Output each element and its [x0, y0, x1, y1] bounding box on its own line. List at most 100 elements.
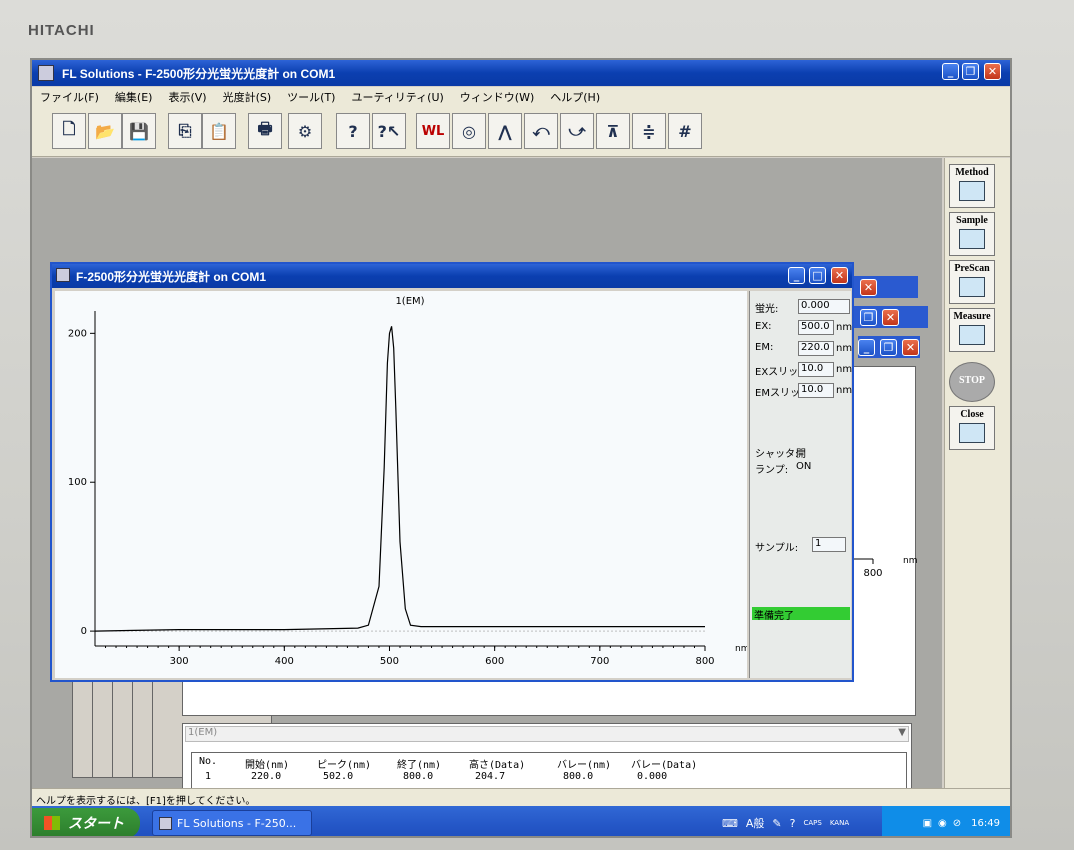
- spectrum-series-line: [94, 326, 705, 632]
- report-col-header-3[interactable]: 終了(nm): [397, 756, 441, 771]
- stacked-close-b[interactable]: ✕: [882, 309, 899, 326]
- paste-icon[interactable]: 📋: [202, 113, 236, 149]
- measure-button[interactable]: Measure: [949, 308, 995, 352]
- x-tick-label: 600: [485, 656, 504, 667]
- menu-item-4[interactable]: ツール(T): [287, 89, 335, 105]
- menu-item-1[interactable]: 編集(E): [115, 89, 153, 105]
- spectrum-chart: 1(EM) 300 400 500 600 700 800 nm 0 100 200: [68, 296, 750, 667]
- new-icon[interactable]: 🗋: [52, 113, 86, 149]
- field-value-0[interactable]: 0.000: [798, 299, 850, 314]
- prescan-button[interactable]: PreScan: [949, 260, 995, 304]
- restore-button[interactable]: ❐: [962, 63, 979, 80]
- close-button[interactable]: Close: [949, 406, 995, 450]
- stacked-minimize-c[interactable]: _: [858, 339, 875, 356]
- stop-button[interactable]: STOP: [949, 362, 995, 402]
- context-help-icon[interactable]: ?↖: [372, 113, 406, 149]
- graph-close-button[interactable]: ✕: [831, 267, 848, 284]
- y-tick-label: 200: [68, 328, 87, 339]
- copy-icon[interactable]: ⎘: [168, 113, 202, 149]
- report-cell: 502.0: [323, 771, 354, 782]
- report-dropdown-icon[interactable]: ▼: [898, 727, 906, 738]
- graph-window[interactable]: F-2500形分光蛍光光度計 on COM1 _ □ ✕ 1(EM) 300 400…: [50, 262, 854, 682]
- field-unit-1: nm: [836, 322, 853, 333]
- peak-icon[interactable]: ⋀: [488, 113, 522, 149]
- app-icon: [38, 65, 54, 81]
- save-icon[interactable]: 💾: [122, 113, 156, 149]
- spectrum-plot[interactable]: 1(EM) 300 400 500 600 700 800 nm 0 100 200: [55, 291, 750, 678]
- method-button[interactable]: Method: [949, 164, 995, 208]
- stacked-close-c[interactable]: ✕: [902, 339, 919, 356]
- menu-item-6[interactable]: ウィンドウ(W): [460, 89, 534, 105]
- report-col-header-6[interactable]: バレー(Data): [631, 756, 697, 771]
- report-col-header-0[interactable]: No.: [199, 756, 217, 767]
- x-tick-label: 700: [590, 656, 609, 667]
- graph-window-icon: [56, 268, 70, 282]
- field-unit-2: nm: [836, 343, 853, 354]
- clock: 16:49: [971, 817, 1000, 829]
- x-tick-label: 300: [170, 656, 189, 667]
- report-cell: 220.0: [251, 771, 282, 782]
- help-icon[interactable]: ?: [336, 113, 370, 149]
- taskbar-app-button[interactable]: FL Solutions - F-250...: [152, 810, 312, 836]
- start-button[interactable]: スタート: [32, 808, 140, 836]
- stacked-restore-b[interactable]: ❐: [860, 309, 877, 326]
- network-icon[interactable]: ▣: [923, 818, 932, 829]
- lamp-value: ON: [796, 461, 812, 472]
- target-icon[interactable]: ◎: [452, 113, 486, 149]
- report-title: 1(EM): [188, 727, 218, 738]
- open-icon[interactable]: 📂: [88, 113, 122, 149]
- monitor-brand: HITACHI: [28, 22, 95, 39]
- reverse-icon[interactable]: ⤺: [524, 113, 558, 149]
- minimize-button[interactable]: _: [942, 63, 959, 80]
- report-col-header-1[interactable]: 開始(nm): [245, 756, 289, 771]
- compress-icon[interactable]: ≑: [632, 113, 666, 149]
- field-label-0: 蛍光:: [755, 304, 779, 315]
- field-value-3[interactable]: 10.0: [798, 362, 834, 377]
- stacked-close-a[interactable]: ✕: [860, 279, 877, 296]
- menu-item-3[interactable]: 光度計(S): [223, 89, 272, 105]
- keyboard-icon[interactable]: ⌨: [722, 817, 738, 830]
- volume-icon[interactable]: ◉: [938, 818, 947, 829]
- report-col-header-4[interactable]: 高さ(Data): [469, 756, 525, 771]
- menu-item-0[interactable]: ファイル(F): [40, 89, 99, 105]
- lamp-label: ランプ:: [755, 465, 789, 476]
- instrument-status-panel: 蛍光: 0.000 EX: 500.0 nm EM: 220.0 nm EXスリット: 10.0 n…: [749, 291, 853, 678]
- report-col-header-2[interactable]: ピーク(nm): [317, 756, 371, 771]
- command-panel: Method Sample PreScan Measure STOP Close: [944, 158, 1010, 788]
- sample-button[interactable]: Sample: [949, 212, 995, 256]
- field-unit-4: nm: [836, 385, 853, 396]
- cursor-icon[interactable]: ⤻: [560, 113, 594, 149]
- field-value-2[interactable]: 220.0: [798, 341, 834, 356]
- report-cell: 800.0: [563, 771, 594, 782]
- back-x-unit: nm: [903, 556, 917, 566]
- prescan-icon: [959, 277, 985, 297]
- ime-help-icon[interactable]: ?: [790, 817, 796, 830]
- menu-item-7[interactable]: ヘルプ(H): [550, 89, 600, 105]
- field-value-4[interactable]: 10.0: [798, 383, 834, 398]
- sample-field[interactable]: 1: [812, 537, 846, 552]
- expand-icon[interactable]: ⊼: [596, 113, 630, 149]
- report-col-header-5[interactable]: バレー(nm): [557, 756, 611, 771]
- wl-icon[interactable]: WL: [416, 113, 450, 149]
- field-value-1[interactable]: 500.0: [798, 320, 834, 335]
- print-icon[interactable]: 🖶: [248, 113, 282, 149]
- tools-icon[interactable]: ⚙: [288, 113, 322, 149]
- report-header-bar: 1(EM) ▼: [185, 726, 909, 742]
- sample-icon: [959, 229, 985, 249]
- graph-minimize-button[interactable]: _: [788, 267, 805, 284]
- menu-item-5[interactable]: ユーティリティ(U): [351, 89, 443, 105]
- grid-icon[interactable]: #: [668, 113, 702, 149]
- security-icon[interactable]: ⊘: [953, 818, 961, 829]
- x-unit-label: nm: [735, 644, 747, 654]
- language-bar[interactable]: ⌨ A般 ✎ ? CAPS KANA: [722, 814, 872, 832]
- stacked-restore-c[interactable]: ❐: [880, 339, 897, 356]
- chart-title: 1(EM): [395, 296, 424, 307]
- x-tick-label: 800: [695, 656, 714, 667]
- graph-maximize-button[interactable]: □: [809, 267, 826, 284]
- menu-item-2[interactable]: 表示(V): [168, 89, 206, 105]
- measure-icon: [959, 325, 985, 345]
- ime-mode[interactable]: A般: [746, 815, 765, 831]
- ime-tools-icon[interactable]: ✎: [772, 817, 781, 830]
- close-button[interactable]: ✕: [984, 63, 1001, 80]
- x-tick-label: 400: [275, 656, 294, 667]
